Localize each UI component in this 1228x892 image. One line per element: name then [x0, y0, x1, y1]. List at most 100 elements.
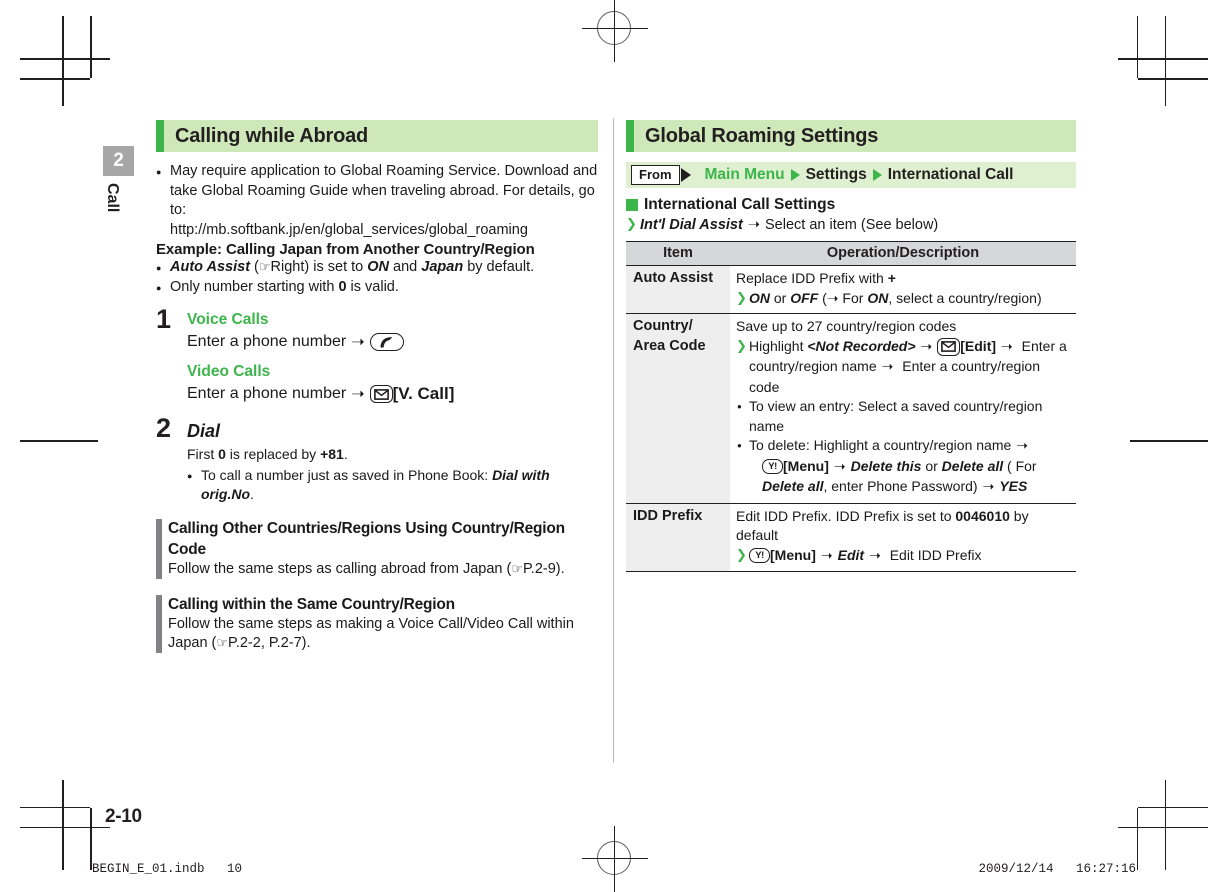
desc-line: ❯ Highlight <Not Recorded> ➝ [Edit] ➝ Enter… — [736, 337, 1070, 398]
green-square-icon — [626, 199, 638, 211]
heading-text: International Call Settings — [644, 196, 836, 213]
step-1-number: 1 — [156, 304, 172, 334]
reference-hand-icon: ☞ — [258, 260, 271, 275]
step-1-video-text: Enter a phone number — [187, 385, 347, 402]
yahoo-key-icon: Y! — [762, 459, 783, 475]
step-2-bullet: To call a number just as saved in Phone … — [187, 466, 598, 504]
menu-softkey-label: [Menu] — [770, 546, 816, 563]
breadcrumb-from-label: From — [631, 165, 680, 185]
page-number: 2-10 — [105, 806, 142, 827]
highlight-text: Highlight — [749, 337, 808, 354]
delete-all-value: Delete all — [941, 457, 1004, 474]
subsection-body: Follow the same steps as making a Voice … — [168, 615, 598, 654]
edit-softkey-label: [Edit] — [960, 337, 997, 354]
arrow-icon: ➝ — [982, 479, 995, 495]
subsection-same-country: Calling within the Same Country/Region F… — [156, 594, 598, 654]
auto-assist-ref: Right — [270, 259, 305, 275]
arrow-icon: ➝ — [833, 458, 846, 475]
auto-assist-and: and — [389, 259, 422, 275]
desc-line: ❯ Y! [Menu] ➝ Edit ➝ Edit IDD Prefix — [736, 546, 1070, 567]
step-2-note-plus: +81 — [320, 446, 344, 462]
subsection-heading: Calling Other Countries/Regions Using Co… — [168, 520, 565, 558]
step-2-title: Dial — [187, 421, 221, 441]
idd-pre: Edit IDD Prefix. IDD Prefix is set to — [736, 507, 956, 524]
subsection-heading: Calling within the Same Country/Region — [168, 595, 455, 613]
subsection-body-pre: Follow the same steps as calling abroad … — [168, 561, 512, 577]
subsection-body: Follow the same steps as calling abroad … — [168, 560, 598, 580]
call-key-icon — [369, 333, 404, 351]
step-1-video-softkey-label: [V. Call] — [392, 384, 455, 403]
not-recorded-value: <Not Recorded> — [807, 337, 916, 354]
bullet-zero-rule: Only number starting with 0 is valid. — [156, 278, 598, 298]
heading-international-call-settings: International Call Settings — [626, 196, 1076, 214]
table-row: Auto Assist Replace IDD Prefix with + ❯ O… — [626, 265, 1076, 314]
desc-bullet-view-entry: To view an entry: Select a saved country… — [736, 397, 1070, 436]
table-cell-desc-auto-assist: Replace IDD Prefix with + ❯ ON or OFF (➝ … — [730, 265, 1076, 314]
section-step-rest: Select an item (See below) — [764, 217, 939, 233]
step-2-note-zero: 0 — [218, 446, 226, 462]
table-cell-item-country-area-code: Country/Area Code — [626, 313, 730, 504]
step-1-video-line: Enter a phone number ➝ [V. Call] — [187, 382, 598, 406]
accent-bar — [156, 120, 164, 152]
footer-file-info: BEGIN_E_01.indb 10 — [92, 862, 243, 876]
desc-line: ❯ ON or OFF (➝ For ON, select a country/r… — [736, 289, 1070, 309]
subsection-body-ref: P.2-2, P.2-7 — [228, 635, 302, 651]
section-step-term: Int'l Dial Assist — [640, 217, 743, 233]
step-1-video-label: Video Calls — [187, 363, 271, 380]
arrow-icon: ➝ — [1001, 338, 1013, 355]
desc-pre: Replace IDD Prefix with — [736, 270, 888, 286]
table-cell-desc-country-area-code: Save up to 27 country/region codes ❯ High… — [730, 313, 1076, 504]
desc-line: Edit IDD Prefix. IDD Prefix is set to 00… — [736, 507, 1070, 546]
arrow-icon: ➝ — [869, 547, 881, 564]
paren-open: ( — [818, 289, 827, 306]
step-2-note-post: . — [343, 446, 348, 462]
breadcrumb-item-settings: Settings — [805, 166, 867, 183]
breadcrumb-item-international-call: International Call — [887, 166, 1014, 183]
step-2-note-pre: First — [187, 446, 219, 462]
section-title: Global Roaming Settings — [645, 124, 879, 147]
zero-rule-pre: Only number starting with — [170, 278, 339, 295]
delete-pre: To delete: Highlight a country/region na… — [749, 437, 1012, 453]
desc-line: Save up to 27 country/region codes — [736, 318, 957, 334]
table-header-row: Item Operation/Description — [626, 241, 1076, 266]
table-header-item: Item — [626, 241, 730, 266]
table-cell-item-auto-assist: Auto Assist — [626, 265, 730, 314]
step-1: 1 Voice Calls Enter a phone number ➝ Vid… — [156, 306, 598, 406]
for-text: For — [838, 289, 868, 306]
chapter-number: 2 — [103, 146, 134, 176]
section-step-line: ❯ Int'l Dial Assist ➝ Select an item (See b… — [626, 215, 1076, 235]
step-2: 2 Dial First 0 is replaced by +81. To ca… — [156, 415, 598, 504]
step-2-number: 2 — [156, 413, 172, 443]
step-1-voice-label: Voice Calls — [187, 311, 269, 328]
zero-rule-digit: 0 — [338, 278, 347, 295]
mail-key-icon — [937, 337, 961, 356]
chapter-label: Call — [104, 183, 121, 213]
yes-value: YES — [999, 478, 1028, 494]
intro-bullet: May require application to Global Roamin… — [156, 162, 598, 240]
greater-than-icon: ❯ — [736, 338, 747, 354]
column-divider — [613, 118, 614, 763]
table-row: IDD Prefix Edit IDD Prefix. IDD Prefix i… — [626, 503, 1076, 572]
arrow-icon: ➝ — [820, 547, 833, 564]
reference-hand-icon: ☞ — [216, 636, 229, 651]
yahoo-key-icon: Y! — [749, 548, 770, 564]
subsection-body-post: ). — [555, 561, 565, 577]
desc-line: Replace IDD Prefix with + — [736, 269, 1070, 289]
arrow-icon: ➝ — [747, 217, 760, 233]
example-heading: Example: Calling Japan from Another Coun… — [156, 241, 535, 258]
desc-plus: + — [887, 270, 896, 286]
zero-rule-post: is valid. — [346, 278, 399, 295]
auto-assist-term: Auto Assist — [170, 259, 251, 275]
greater-than-icon: ❯ — [736, 290, 747, 306]
paren-for-text: ( For — [1003, 457, 1037, 474]
auto-assist-mid: ) is set to — [304, 259, 368, 275]
chapter-tab: 2 Call — [103, 146, 134, 227]
table-cell-item-idd-prefix: IDD Prefix — [626, 503, 730, 572]
auto-assist-japan: Japan — [421, 259, 464, 275]
registration-mark-bottom — [582, 826, 648, 892]
subsection-body-post: ). — [301, 635, 311, 651]
auto-assist-tail: by default. — [463, 259, 535, 275]
right-column: Global Roaming Settings From Main Menu S… — [626, 120, 1076, 572]
bullet-auto-assist: Auto Assist (☞Right) is set to ON and Ja… — [156, 258, 598, 278]
arrow-icon: ➝ — [826, 289, 839, 306]
